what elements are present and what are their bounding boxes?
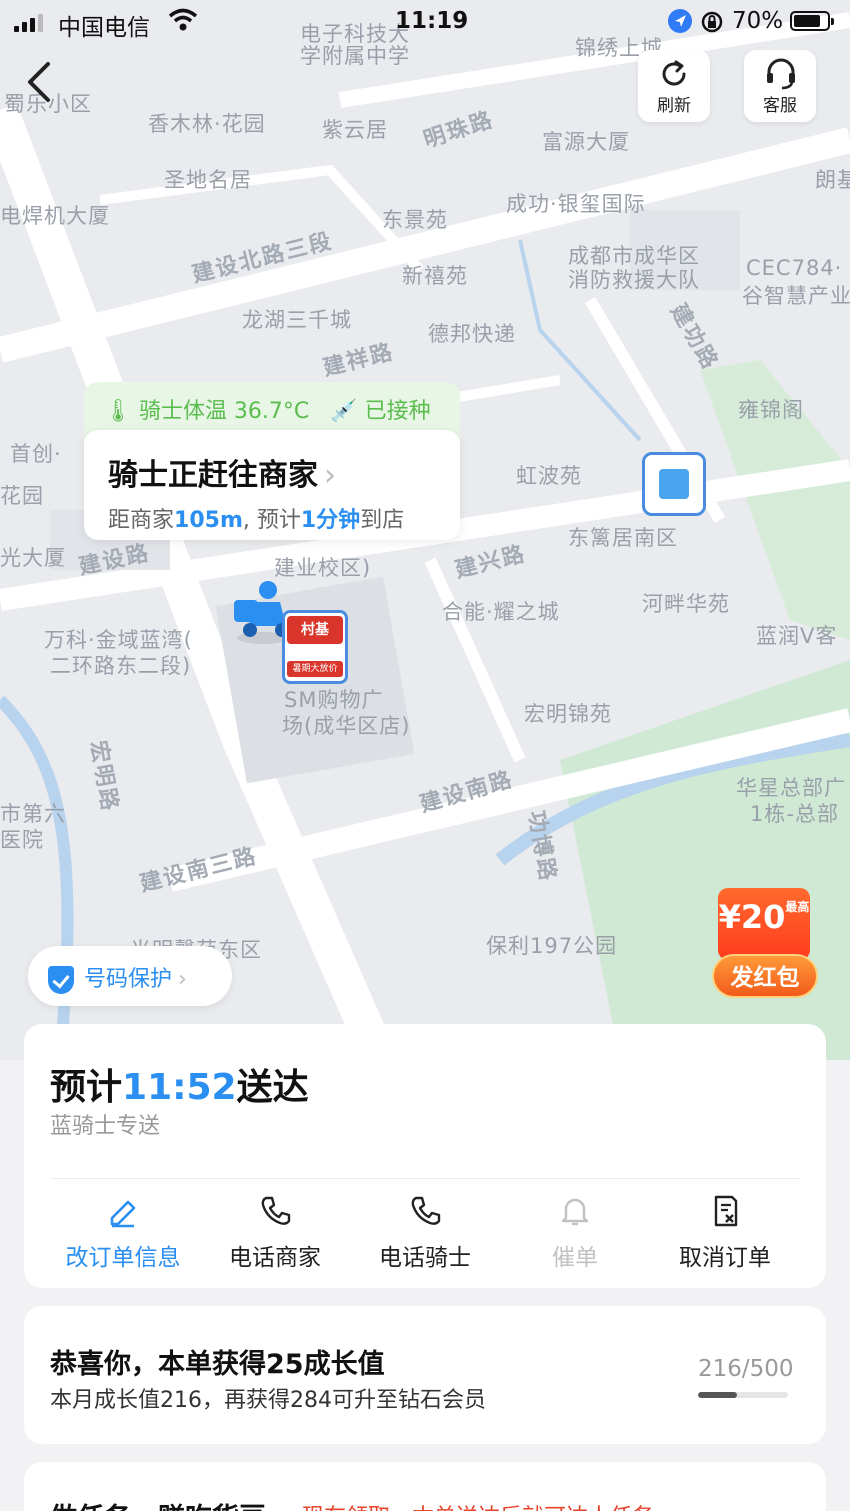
- destination-pin[interactable]: [642, 452, 706, 516]
- map-place: 东景苑: [382, 208, 448, 232]
- headset-icon: [767, 58, 795, 90]
- phone-icon: [261, 1196, 291, 1225]
- map-place: 光大厦: [0, 546, 66, 570]
- chevron-right-icon: ›: [324, 458, 336, 493]
- support-button[interactable]: 客服: [744, 50, 816, 122]
- delivery-eta: 预计11:52送达: [50, 1067, 309, 1108]
- map-place: 场(成华区店): [282, 714, 411, 738]
- map-place: 蓝润V客: [756, 624, 838, 648]
- status-time: 11:19: [395, 8, 469, 34]
- red-packet-button[interactable]: ¥20最高 发红包: [712, 888, 818, 1000]
- store-name: 村基: [287, 616, 343, 644]
- map-place: 首创·: [10, 442, 62, 466]
- bell-icon: [561, 1198, 589, 1226]
- vaccine-icon: 💉: [330, 399, 358, 424]
- divider: [50, 1178, 800, 1179]
- phone-protection-button[interactable]: 号码保护 ›: [28, 946, 232, 1006]
- red-packet-amount: ¥20最高: [718, 888, 810, 960]
- map-place: 龙湖三千城: [242, 308, 352, 332]
- urge-order-label: 催单: [552, 1245, 598, 1271]
- map-place: 德邦快递: [428, 322, 516, 346]
- battery-percent: 70%: [732, 8, 784, 34]
- map-place: 雍锦阁: [738, 398, 804, 422]
- shield-check-icon: [48, 966, 74, 994]
- growth-subtitle: 本月成长值216，再获得284可升至钻石会员: [50, 1388, 486, 1413]
- map-place: 花园: [0, 484, 44, 508]
- phone-icon: [411, 1196, 441, 1225]
- map-place: 二环路东二段): [50, 654, 192, 678]
- delivery-card: 预计11:52送达 蓝骑士专送 改订单信息 电话商家 电话骑士 催单 取消订单: [24, 1024, 826, 1288]
- rider-status-card[interactable]: 骑士正赶往商家 › 距商家105m, 预计1分钟到店: [84, 430, 460, 540]
- map-place: 朗基: [815, 168, 850, 192]
- task-card[interactable]: 做任务，赚吃货豆 现在领取，本单送达后就可达人任务: [24, 1462, 826, 1511]
- refresh-button[interactable]: 刷新: [638, 50, 710, 122]
- status-bar: 中国电信 11:19 70%: [0, 0, 850, 44]
- bag-icon: [659, 469, 689, 499]
- support-label: 客服: [763, 96, 797, 116]
- chevron-right-icon: ›: [178, 967, 187, 992]
- call-rider-button[interactable]: 电话骑士: [350, 1194, 500, 1272]
- map-place: CEC784·: [746, 256, 843, 280]
- map-place: 富源大厦: [542, 130, 630, 154]
- refresh-icon: [662, 60, 686, 86]
- map-place: 电焊机大厦: [0, 204, 110, 228]
- back-arrow-icon: [28, 62, 50, 102]
- refresh-label: 刷新: [657, 96, 691, 116]
- growth-card[interactable]: 恭喜你，本单获得25成长值 本月成长值216，再获得284可升至钻石会员 216…: [24, 1306, 826, 1444]
- map-place: 虹波苑: [516, 464, 582, 488]
- map-place: 东篱居南区: [568, 526, 678, 550]
- wifi-icon: [168, 8, 198, 38]
- urge-order-button[interactable]: 催单: [500, 1194, 650, 1272]
- rotation-lock-icon: [700, 10, 724, 40]
- map-place: 圣地名居: [164, 168, 252, 192]
- map-place: 学附属中学: [300, 44, 410, 68]
- map-place: 成功·银玺国际: [506, 192, 646, 216]
- rider-status-detail: 距商家105m, 预计1分钟到店: [108, 508, 405, 533]
- growth-progress-bar: [698, 1392, 788, 1398]
- task-hint: 现在领取，本单送达后就可达人任务: [302, 1499, 654, 1511]
- map-place: 保利197公园: [486, 934, 618, 958]
- map-place: 合能·耀之城: [442, 600, 560, 624]
- edit-order-button[interactable]: 改订单信息: [48, 1194, 198, 1272]
- growth-title: 恭喜你，本单获得25成长值: [50, 1349, 385, 1380]
- location-icon: [668, 9, 692, 33]
- map-place: 香木林·花园: [148, 112, 266, 136]
- back-button[interactable]: [24, 60, 64, 110]
- rider-status-title: 骑士正赶往商家 ›: [108, 458, 336, 493]
- thermometer-icon: 🌡: [104, 399, 132, 424]
- rider-vaccinated: 已接种: [364, 399, 431, 424]
- carrier-name: 中国电信: [58, 15, 150, 41]
- phone-protection-label: 号码保护: [84, 967, 173, 992]
- delivery-service: 蓝骑士专送: [50, 1114, 161, 1139]
- growth-progress-text: 216/500: [698, 1356, 794, 1382]
- map-place: 宏明锦苑: [524, 702, 612, 726]
- map-place: 河畔华苑: [642, 592, 730, 616]
- task-title: 做任务，赚吃货豆: [50, 1496, 266, 1511]
- edit-order-label: 改订单信息: [65, 1245, 181, 1271]
- map-place: 医院: [0, 828, 44, 852]
- call-merchant-button[interactable]: 电话商家: [200, 1194, 350, 1272]
- signal-icon: [14, 12, 43, 32]
- cancel-order-label: 取消订单: [679, 1245, 771, 1271]
- map-place: 1栋-总部: [750, 802, 839, 826]
- call-merchant-label: 电话商家: [229, 1245, 321, 1271]
- store-promo: 暑期大放价: [287, 661, 343, 677]
- rider-temperature: 骑士体温 36.7°C: [138, 399, 310, 424]
- red-packet-label: 发红包: [712, 954, 818, 998]
- map-place: 谷智慧产业: [742, 284, 850, 308]
- store-pin[interactable]: 村基 暑期大放价: [282, 610, 348, 684]
- map-place: 消防救援大队: [568, 268, 700, 292]
- cancel-order-button[interactable]: 取消订单: [650, 1194, 800, 1272]
- call-rider-label: 电话骑士: [379, 1245, 471, 1271]
- map-place: 紫云居: [322, 118, 388, 142]
- cancel-document-icon: [714, 1195, 738, 1227]
- battery-icon: [790, 11, 834, 31]
- edit-icon: [110, 1200, 136, 1228]
- map-place: 新禧苑: [402, 264, 468, 288]
